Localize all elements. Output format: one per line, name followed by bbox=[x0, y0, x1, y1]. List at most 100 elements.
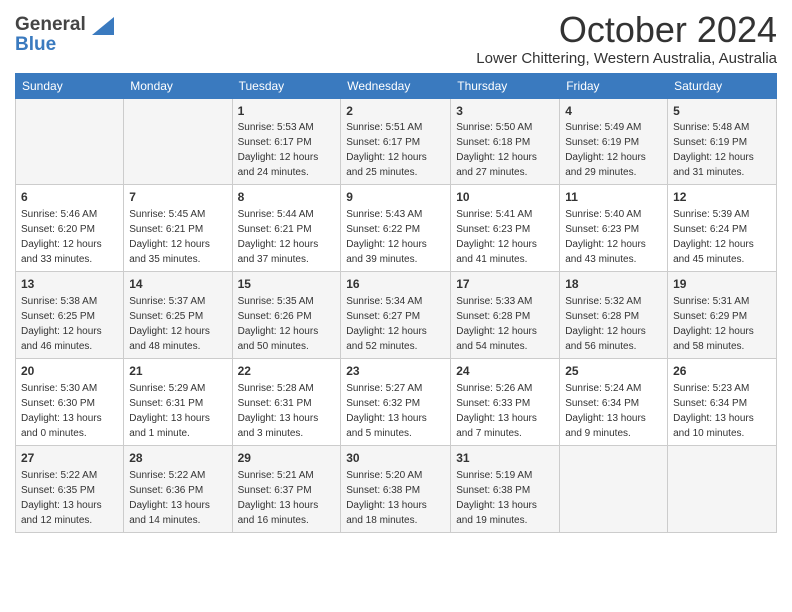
week-row-3: 13 Sunrise: 5:38 AMSunset: 6:25 PMDaylig… bbox=[16, 272, 777, 359]
month-title: October 2024 bbox=[476, 10, 777, 50]
calendar: Sunday Monday Tuesday Wednesday Thursday… bbox=[15, 73, 777, 533]
day-info: Sunrise: 5:27 AMSunset: 6:32 PMDaylight:… bbox=[346, 383, 427, 439]
day-number: 18 bbox=[565, 276, 662, 293]
table-cell: 14 Sunrise: 5:37 AMSunset: 6:25 PMDaylig… bbox=[124, 272, 232, 359]
day-info: Sunrise: 5:22 AMSunset: 6:36 PMDaylight:… bbox=[129, 470, 210, 526]
day-info: Sunrise: 5:41 AMSunset: 6:23 PMDaylight:… bbox=[456, 209, 537, 265]
table-cell: 4 Sunrise: 5:49 AMSunset: 6:19 PMDayligh… bbox=[560, 98, 668, 185]
table-cell: 2 Sunrise: 5:51 AMSunset: 6:17 PMDayligh… bbox=[341, 98, 451, 185]
day-info: Sunrise: 5:51 AMSunset: 6:17 PMDaylight:… bbox=[346, 122, 427, 178]
day-number: 9 bbox=[346, 189, 445, 206]
table-cell: 6 Sunrise: 5:46 AMSunset: 6:20 PMDayligh… bbox=[16, 185, 124, 272]
table-cell: 18 Sunrise: 5:32 AMSunset: 6:28 PMDaylig… bbox=[560, 272, 668, 359]
table-cell: 22 Sunrise: 5:28 AMSunset: 6:31 PMDaylig… bbox=[232, 358, 341, 445]
table-cell: 30 Sunrise: 5:20 AMSunset: 6:38 PMDaylig… bbox=[341, 445, 451, 532]
day-number: 22 bbox=[238, 363, 336, 380]
col-tuesday: Tuesday bbox=[232, 73, 341, 98]
day-info: Sunrise: 5:48 AMSunset: 6:19 PMDaylight:… bbox=[673, 122, 754, 178]
col-saturday: Saturday bbox=[668, 73, 777, 98]
day-info: Sunrise: 5:35 AMSunset: 6:26 PMDaylight:… bbox=[238, 296, 319, 352]
day-info: Sunrise: 5:30 AMSunset: 6:30 PMDaylight:… bbox=[21, 383, 102, 439]
day-number: 19 bbox=[673, 276, 771, 293]
day-number: 15 bbox=[238, 276, 336, 293]
day-info: Sunrise: 5:23 AMSunset: 6:34 PMDaylight:… bbox=[673, 383, 754, 439]
day-info: Sunrise: 5:20 AMSunset: 6:38 PMDaylight:… bbox=[346, 470, 427, 526]
day-number: 31 bbox=[456, 450, 554, 467]
day-info: Sunrise: 5:45 AMSunset: 6:21 PMDaylight:… bbox=[129, 209, 210, 265]
header: General Blue October 2024 Lower Chitteri… bbox=[15, 10, 777, 67]
day-number: 7 bbox=[129, 189, 226, 206]
table-cell: 20 Sunrise: 5:30 AMSunset: 6:30 PMDaylig… bbox=[16, 358, 124, 445]
day-number: 14 bbox=[129, 276, 226, 293]
table-cell bbox=[16, 98, 124, 185]
week-row-4: 20 Sunrise: 5:30 AMSunset: 6:30 PMDaylig… bbox=[16, 358, 777, 445]
day-info: Sunrise: 5:34 AMSunset: 6:27 PMDaylight:… bbox=[346, 296, 427, 352]
day-number: 26 bbox=[673, 363, 771, 380]
day-number: 23 bbox=[346, 363, 445, 380]
day-number: 17 bbox=[456, 276, 554, 293]
table-cell bbox=[124, 98, 232, 185]
day-number: 25 bbox=[565, 363, 662, 380]
col-thursday: Thursday bbox=[451, 73, 560, 98]
week-row-1: 1 Sunrise: 5:53 AMSunset: 6:17 PMDayligh… bbox=[16, 98, 777, 185]
table-cell: 31 Sunrise: 5:19 AMSunset: 6:38 PMDaylig… bbox=[451, 445, 560, 532]
day-info: Sunrise: 5:26 AMSunset: 6:33 PMDaylight:… bbox=[456, 383, 537, 439]
day-number: 3 bbox=[456, 103, 554, 120]
day-number: 13 bbox=[21, 276, 118, 293]
day-number: 29 bbox=[238, 450, 336, 467]
day-info: Sunrise: 5:53 AMSunset: 6:17 PMDaylight:… bbox=[238, 122, 319, 178]
logo-icon bbox=[92, 17, 114, 35]
table-cell: 19 Sunrise: 5:31 AMSunset: 6:29 PMDaylig… bbox=[668, 272, 777, 359]
day-info: Sunrise: 5:21 AMSunset: 6:37 PMDaylight:… bbox=[238, 470, 319, 526]
logo-general: General bbox=[15, 14, 86, 35]
table-cell: 24 Sunrise: 5:26 AMSunset: 6:33 PMDaylig… bbox=[451, 358, 560, 445]
table-cell bbox=[668, 445, 777, 532]
table-cell: 3 Sunrise: 5:50 AMSunset: 6:18 PMDayligh… bbox=[451, 98, 560, 185]
title-block: October 2024 Lower Chittering, Western A… bbox=[476, 10, 777, 67]
table-cell: 10 Sunrise: 5:41 AMSunset: 6:23 PMDaylig… bbox=[451, 185, 560, 272]
day-info: Sunrise: 5:49 AMSunset: 6:19 PMDaylight:… bbox=[565, 122, 646, 178]
col-wednesday: Wednesday bbox=[341, 73, 451, 98]
day-info: Sunrise: 5:28 AMSunset: 6:31 PMDaylight:… bbox=[238, 383, 319, 439]
table-cell: 13 Sunrise: 5:38 AMSunset: 6:25 PMDaylig… bbox=[16, 272, 124, 359]
table-cell: 25 Sunrise: 5:24 AMSunset: 6:34 PMDaylig… bbox=[560, 358, 668, 445]
col-friday: Friday bbox=[560, 73, 668, 98]
day-info: Sunrise: 5:50 AMSunset: 6:18 PMDaylight:… bbox=[456, 122, 537, 178]
table-cell: 16 Sunrise: 5:34 AMSunset: 6:27 PMDaylig… bbox=[341, 272, 451, 359]
day-number: 5 bbox=[673, 103, 771, 120]
day-number: 11 bbox=[565, 189, 662, 206]
day-info: Sunrise: 5:37 AMSunset: 6:25 PMDaylight:… bbox=[129, 296, 210, 352]
day-info: Sunrise: 5:38 AMSunset: 6:25 PMDaylight:… bbox=[21, 296, 102, 352]
day-number: 21 bbox=[129, 363, 226, 380]
table-cell: 7 Sunrise: 5:45 AMSunset: 6:21 PMDayligh… bbox=[124, 185, 232, 272]
table-cell: 11 Sunrise: 5:40 AMSunset: 6:23 PMDaylig… bbox=[560, 185, 668, 272]
day-number: 28 bbox=[129, 450, 226, 467]
page: General Blue October 2024 Lower Chitteri… bbox=[0, 0, 792, 612]
day-info: Sunrise: 5:22 AMSunset: 6:35 PMDaylight:… bbox=[21, 470, 102, 526]
day-number: 12 bbox=[673, 189, 771, 206]
logo-blue: Blue bbox=[15, 34, 56, 56]
day-number: 24 bbox=[456, 363, 554, 380]
day-number: 20 bbox=[21, 363, 118, 380]
day-info: Sunrise: 5:31 AMSunset: 6:29 PMDaylight:… bbox=[673, 296, 754, 352]
day-info: Sunrise: 5:32 AMSunset: 6:28 PMDaylight:… bbox=[565, 296, 646, 352]
day-number: 1 bbox=[238, 103, 336, 120]
day-info: Sunrise: 5:19 AMSunset: 6:38 PMDaylight:… bbox=[456, 470, 537, 526]
table-cell: 17 Sunrise: 5:33 AMSunset: 6:28 PMDaylig… bbox=[451, 272, 560, 359]
day-info: Sunrise: 5:39 AMSunset: 6:24 PMDaylight:… bbox=[673, 209, 754, 265]
table-cell: 1 Sunrise: 5:53 AMSunset: 6:17 PMDayligh… bbox=[232, 98, 341, 185]
day-number: 2 bbox=[346, 103, 445, 120]
day-number: 30 bbox=[346, 450, 445, 467]
table-cell: 29 Sunrise: 5:21 AMSunset: 6:37 PMDaylig… bbox=[232, 445, 341, 532]
col-monday: Monday bbox=[124, 73, 232, 98]
table-cell: 9 Sunrise: 5:43 AMSunset: 6:22 PMDayligh… bbox=[341, 185, 451, 272]
table-cell: 26 Sunrise: 5:23 AMSunset: 6:34 PMDaylig… bbox=[668, 358, 777, 445]
table-cell: 8 Sunrise: 5:44 AMSunset: 6:21 PMDayligh… bbox=[232, 185, 341, 272]
week-row-2: 6 Sunrise: 5:46 AMSunset: 6:20 PMDayligh… bbox=[16, 185, 777, 272]
week-row-5: 27 Sunrise: 5:22 AMSunset: 6:35 PMDaylig… bbox=[16, 445, 777, 532]
table-cell: 12 Sunrise: 5:39 AMSunset: 6:24 PMDaylig… bbox=[668, 185, 777, 272]
table-cell: 28 Sunrise: 5:22 AMSunset: 6:36 PMDaylig… bbox=[124, 445, 232, 532]
table-cell: 27 Sunrise: 5:22 AMSunset: 6:35 PMDaylig… bbox=[16, 445, 124, 532]
table-cell: 15 Sunrise: 5:35 AMSunset: 6:26 PMDaylig… bbox=[232, 272, 341, 359]
day-info: Sunrise: 5:40 AMSunset: 6:23 PMDaylight:… bbox=[565, 209, 646, 265]
